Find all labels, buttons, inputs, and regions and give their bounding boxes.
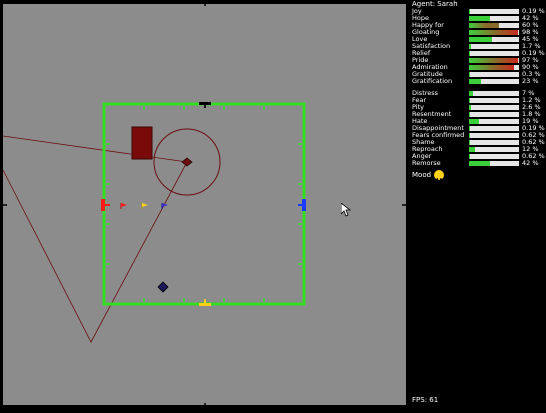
emotion-row: Gratification 23 %	[412, 78, 544, 85]
emotion-bar	[469, 126, 519, 131]
emotion-bar	[469, 79, 519, 84]
mood-label: Mood	[412, 171, 432, 179]
emotion-bar	[469, 51, 519, 56]
emotion-bar	[469, 140, 519, 145]
emotion-bar	[469, 37, 519, 42]
emotion-bar	[469, 23, 519, 28]
obstacle-block	[131, 126, 153, 160]
emotion-bar-fill	[469, 140, 470, 145]
emotion-label: Gratification	[412, 77, 453, 85]
emotion-bar	[469, 154, 519, 159]
emotion-bar	[469, 147, 519, 152]
emotion-bar-fill	[469, 133, 470, 138]
emotion-bar	[469, 16, 519, 21]
emotion-bar-fill	[469, 112, 470, 117]
emotion-bar-fill	[469, 23, 499, 28]
emotion-bar	[469, 9, 519, 14]
emotion-bar	[469, 91, 519, 96]
emotion-bar-fill	[469, 161, 490, 166]
emotion-label: Remorse	[412, 159, 441, 167]
emotion-bar-fill	[469, 105, 471, 110]
emotion-bar-fill	[469, 44, 471, 49]
emotion-bar	[469, 58, 519, 63]
emotion-bar	[469, 161, 519, 166]
emotion-bar	[469, 133, 519, 138]
emotion-bar-fill	[469, 98, 470, 103]
emotion-bar-fill	[469, 72, 470, 77]
emotion-bar-fill	[469, 91, 473, 96]
emotion-bar-fill	[469, 79, 481, 84]
smiley-icon	[434, 170, 444, 183]
emotion-value: 23 %	[522, 77, 539, 85]
emotion-row: Remorse 42 %	[412, 160, 544, 167]
emotion-value: 42 %	[522, 159, 539, 167]
emotion-bar-fill	[469, 9, 470, 14]
emotion-bar-fill	[469, 147, 475, 152]
emotion-bar	[469, 30, 519, 35]
emotion-bar-fill	[469, 126, 470, 131]
emotion-bar	[469, 72, 519, 77]
emotion-bar	[469, 44, 519, 49]
emotion-bar-fill	[469, 30, 518, 35]
emotion-bar	[469, 98, 519, 103]
emotion-bar-fill	[469, 16, 490, 21]
emotion-bar-fill	[469, 58, 518, 63]
emotion-bar-fill	[469, 119, 479, 124]
emotion-bar	[469, 65, 519, 70]
emotion-bar-fill	[469, 37, 492, 42]
fps-counter: FPS: 61	[412, 396, 439, 404]
emotion-bar	[469, 112, 519, 117]
emotion-panel: Agent: Sarah Joy 0.19 % Hope 42 % Happy for 6…	[409, 0, 546, 409]
emotion-bar	[469, 119, 519, 124]
emotion-bar-fill	[469, 65, 514, 70]
emotion-bar-fill	[469, 154, 470, 159]
emotion-bar-fill	[469, 51, 470, 56]
mouse-cursor-icon	[341, 203, 351, 217]
emotion-bar	[469, 105, 519, 110]
